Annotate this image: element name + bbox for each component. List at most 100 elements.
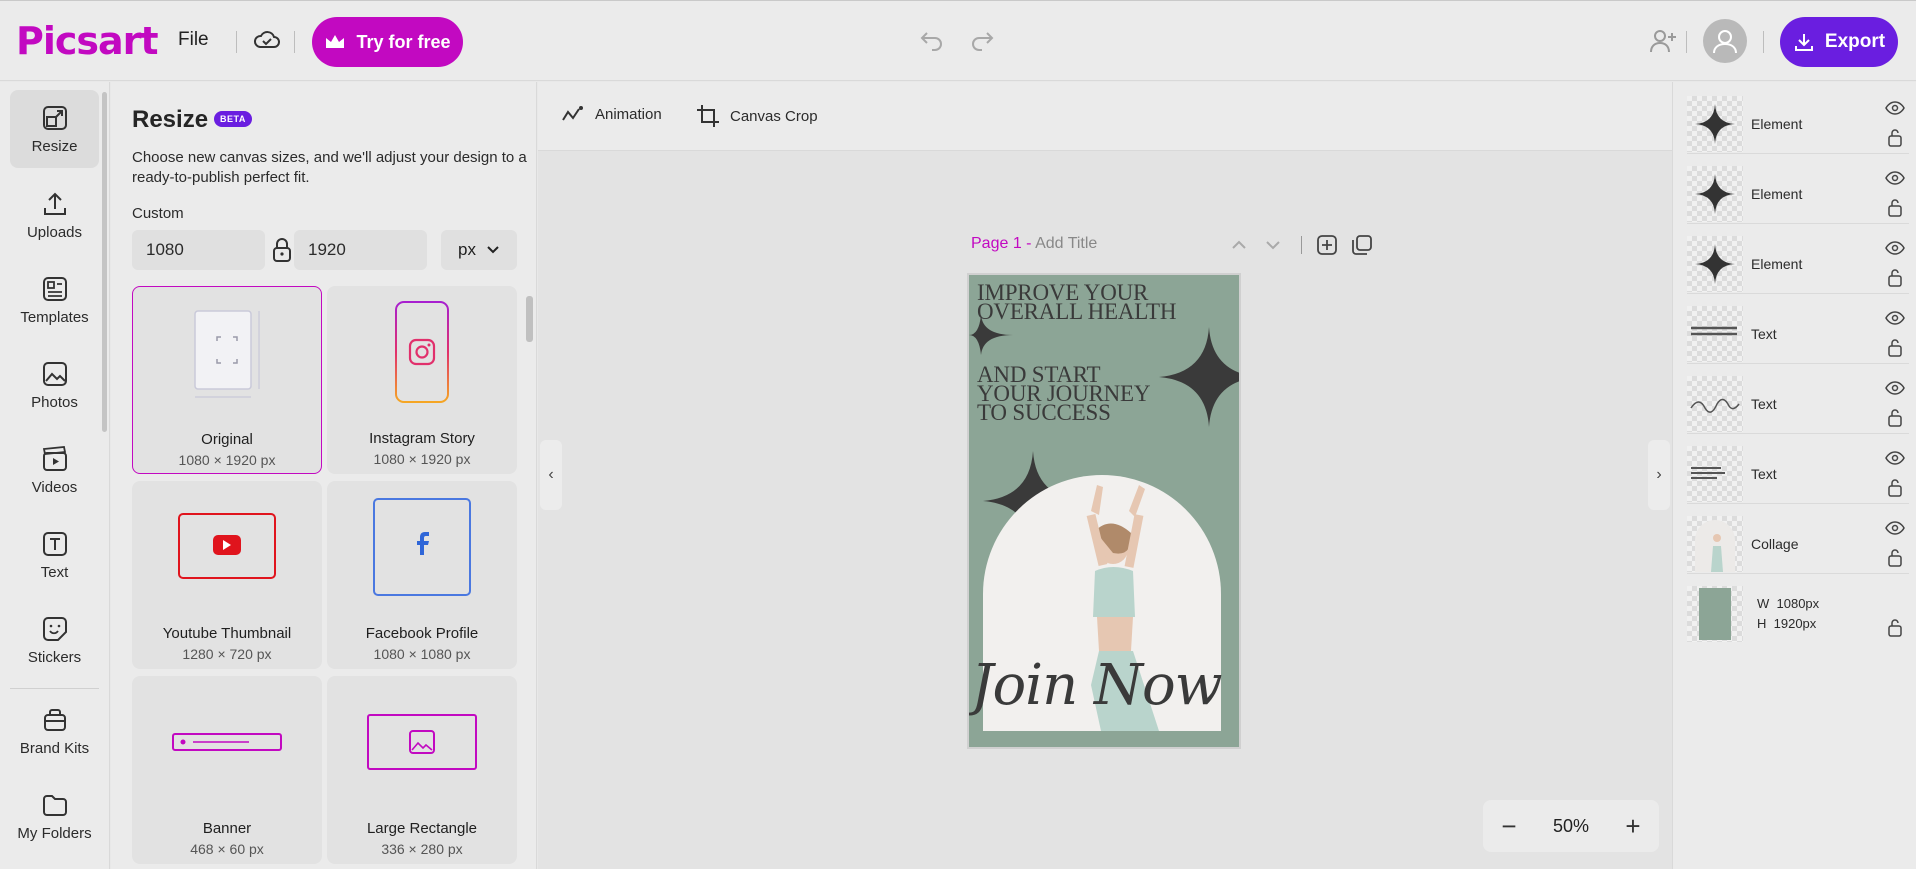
layer-name: Element	[1751, 256, 1803, 272]
preset-name: Instagram Story	[369, 430, 475, 447]
layer-row[interactable]: Text	[1687, 302, 1909, 364]
eye-icon[interactable]	[1885, 520, 1905, 536]
unlock-icon[interactable]	[1887, 548, 1903, 568]
unlock-icon[interactable]	[1887, 128, 1903, 148]
divider	[1763, 31, 1764, 53]
nav-templates[interactable]: Templates	[10, 261, 99, 339]
layer-row[interactable]: Text	[1687, 372, 1909, 434]
sparkle-element[interactable]	[969, 315, 1029, 355]
layer-row[interactable]: Element	[1687, 232, 1909, 294]
unlock-icon[interactable]	[1887, 408, 1903, 428]
resize-panel: Resize BETA Choose new canvas sizes, and…	[111, 82, 537, 869]
redo-icon[interactable]	[968, 27, 996, 53]
try-for-free-button[interactable]: Try for free	[312, 17, 463, 67]
crop-icon	[697, 105, 719, 127]
chevron-up-icon[interactable]	[1228, 234, 1250, 256]
zoom-in-button[interactable]: +	[1621, 811, 1645, 842]
brand-kits-icon	[43, 708, 66, 731]
preset-large-rectangle[interactable]: Large Rectangle 336 × 280 px	[327, 676, 517, 864]
eye-icon[interactable]	[1885, 380, 1905, 396]
nav-my-folders[interactable]: My Folders	[10, 777, 99, 855]
layer-name: Text	[1751, 326, 1777, 342]
nav-label: Photos	[31, 393, 78, 411]
background-layer-row[interactable]: W 1080px H 1920px	[1687, 582, 1909, 644]
eye-icon[interactable]	[1885, 170, 1905, 186]
panel-description: Choose new canvas sizes, and we'll adjus…	[132, 149, 527, 186]
folders-icon	[42, 794, 67, 816]
youtube-icon	[178, 513, 276, 579]
preset-size: 1080 × 1920 px	[178, 452, 276, 468]
export-button[interactable]: Export	[1780, 17, 1898, 67]
chevron-down-icon[interactable]	[1262, 234, 1284, 256]
layer-name: Text	[1751, 466, 1777, 482]
animation-label: Animation	[595, 105, 662, 123]
nav-resize[interactable]: Resize	[10, 90, 99, 168]
nav-brand-kits[interactable]: Brand Kits	[10, 692, 99, 770]
panel-scrollbar[interactable]	[525, 288, 533, 868]
preset-youtube-thumbnail[interactable]: Youtube Thumbnail 1280 × 720 px	[132, 481, 322, 669]
nav-label: Uploads	[26, 223, 83, 241]
nav-label: Brand Kits	[19, 739, 90, 757]
unlock-icon[interactable]	[1887, 618, 1903, 638]
unlock-icon[interactable]	[1887, 478, 1903, 498]
preset-banner[interactable]: Banner 468 × 60 px	[132, 676, 322, 864]
resize-icon	[42, 105, 67, 130]
unlock-icon[interactable]	[1887, 338, 1903, 358]
chevron-right-icon: ›	[1656, 466, 1662, 483]
undo-icon[interactable]	[918, 27, 946, 53]
layer-row[interactable]: Collage	[1687, 512, 1909, 574]
eye-icon[interactable]	[1885, 310, 1905, 326]
layer-thumbnail	[1687, 516, 1743, 572]
nav-label: Templates	[20, 308, 89, 326]
preset-facebook-profile[interactable]: Facebook Profile 1080 × 1080 px	[327, 481, 517, 669]
nav-text[interactable]: Text	[10, 516, 99, 594]
lock-aspect-icon[interactable]	[270, 236, 294, 264]
add-page-icon[interactable]	[1316, 234, 1338, 256]
unit-select[interactable]: px	[441, 230, 517, 270]
poster-subline[interactable]: TO SUCCESS	[977, 401, 1111, 424]
avatar[interactable]	[1703, 19, 1747, 63]
layer-row[interactable]: Element	[1687, 162, 1909, 224]
zoom-value[interactable]: 50%	[1553, 816, 1589, 837]
collapse-left-panel-button[interactable]: ‹	[540, 440, 562, 510]
height-readout: H 1920px	[1757, 616, 1817, 631]
nav-stickers[interactable]: Stickers	[10, 601, 99, 679]
preset-name: Facebook Profile	[365, 625, 479, 642]
expand-layers-button[interactable]: ›	[1648, 440, 1670, 510]
invite-user-icon[interactable]	[1648, 27, 1678, 55]
chevron-down-icon	[487, 246, 499, 254]
layer-row[interactable]: Element	[1687, 92, 1909, 154]
page-title-input[interactable]: Add Title	[1035, 235, 1097, 252]
canvas-crop-tool[interactable]: Canvas Crop	[696, 104, 818, 128]
preset-size: 336 × 280 px	[381, 841, 463, 857]
sparkle-element[interactable]	[1159, 327, 1241, 427]
file-menu[interactable]: File	[178, 29, 209, 51]
join-now-script-text[interactable]: Join Now	[971, 653, 1223, 718]
nav-scrollbar[interactable]	[102, 92, 107, 432]
design-canvas[interactable]: IMPROVE YOUR OVERALL HEALTH AND START YO…	[967, 273, 1241, 749]
width-input[interactable]	[132, 230, 265, 270]
unlock-icon[interactable]	[1887, 268, 1903, 288]
scrollbar-thumb[interactable]	[526, 296, 533, 342]
zoom-out-button[interactable]: −	[1497, 811, 1521, 842]
facebook-icon	[373, 498, 471, 596]
duplicate-page-icon[interactable]	[1351, 234, 1373, 256]
width-readout: W 1080px	[1757, 596, 1820, 611]
unlock-icon[interactable]	[1887, 198, 1903, 218]
eye-icon[interactable]	[1885, 240, 1905, 256]
nav-uploads[interactable]: Uploads	[10, 176, 99, 254]
cloud-saved-icon[interactable]	[252, 27, 282, 53]
page-separator: -	[1021, 235, 1036, 252]
picsart-logo[interactable]: Picsart	[16, 19, 159, 63]
nav-photos[interactable]: Photos	[10, 346, 99, 424]
animation-tool[interactable]: Animation	[561, 104, 662, 124]
nav-divider	[10, 688, 99, 689]
upload-icon	[43, 192, 66, 215]
nav-videos[interactable]: Videos	[10, 431, 99, 509]
eye-icon[interactable]	[1885, 100, 1905, 116]
eye-icon[interactable]	[1885, 450, 1905, 466]
preset-original[interactable]: Original 1080 × 1920 px	[132, 286, 322, 474]
height-input[interactable]	[294, 230, 427, 270]
layer-row[interactable]: Text	[1687, 442, 1909, 504]
preset-instagram-story[interactable]: Instagram Story 1080 × 1920 px	[327, 286, 517, 474]
